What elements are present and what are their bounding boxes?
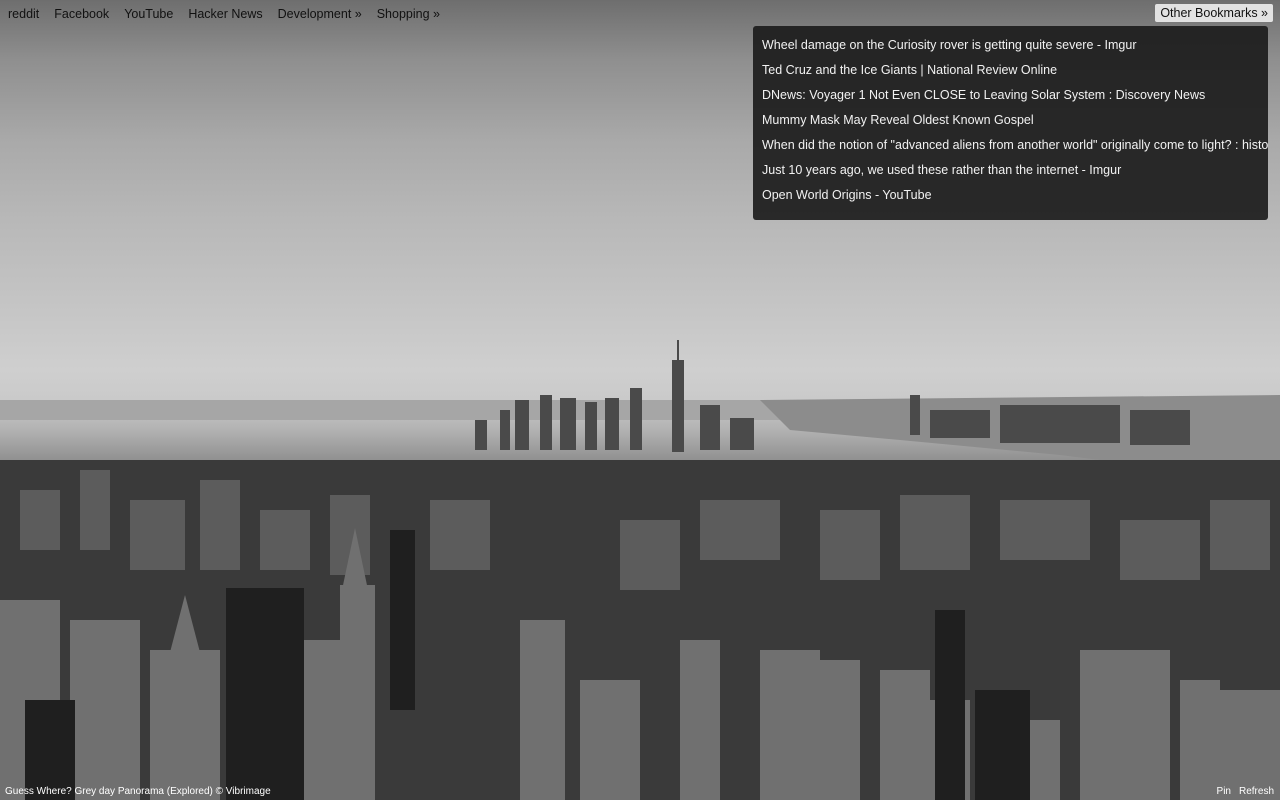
dropdown-item[interactable]: Just 10 years ago, we used these rather …	[762, 158, 1268, 183]
bookmark-facebook[interactable]: Facebook	[54, 7, 109, 21]
bookmark-reddit[interactable]: reddit	[8, 7, 39, 21]
dropdown-item[interactable]: When did the notion of "advanced aliens …	[762, 133, 1268, 158]
dropdown-item[interactable]: DNews: Voyager 1 Not Even CLOSE to Leavi…	[762, 83, 1268, 108]
bookmark-youtube[interactable]: YouTube	[124, 7, 173, 21]
dropdown-item[interactable]: Wheel damage on the Curiosity rover is g…	[762, 33, 1268, 58]
other-bookmarks-dropdown: Wheel damage on the Curiosity rover is g…	[753, 26, 1268, 220]
bookmarks-bar: reddit Facebook YouTube Hacker News Deve…	[0, 0, 455, 28]
photo-credit-link[interactable]: Guess Where? Grey day Panorama (Explored…	[5, 786, 271, 797]
bookmark-folder-development[interactable]: Development »	[278, 7, 362, 21]
dropdown-item[interactable]: Open World Origins - YouTube	[762, 183, 1268, 208]
dropdown-item[interactable]: Ted Cruz and the Ice Giants | National R…	[762, 58, 1268, 83]
bookmark-folder-shopping[interactable]: Shopping »	[377, 7, 440, 21]
dropdown-item[interactable]: Mummy Mask May Reveal Oldest Known Gospe…	[762, 108, 1268, 133]
other-bookmarks-button[interactable]: Other Bookmarks »	[1155, 4, 1273, 22]
pin-button[interactable]: Pin	[1217, 786, 1231, 797]
footer-actions: Pin Refresh	[1217, 786, 1274, 797]
bookmark-hacker-news[interactable]: Hacker News	[188, 7, 262, 21]
refresh-button[interactable]: Refresh	[1239, 786, 1274, 797]
